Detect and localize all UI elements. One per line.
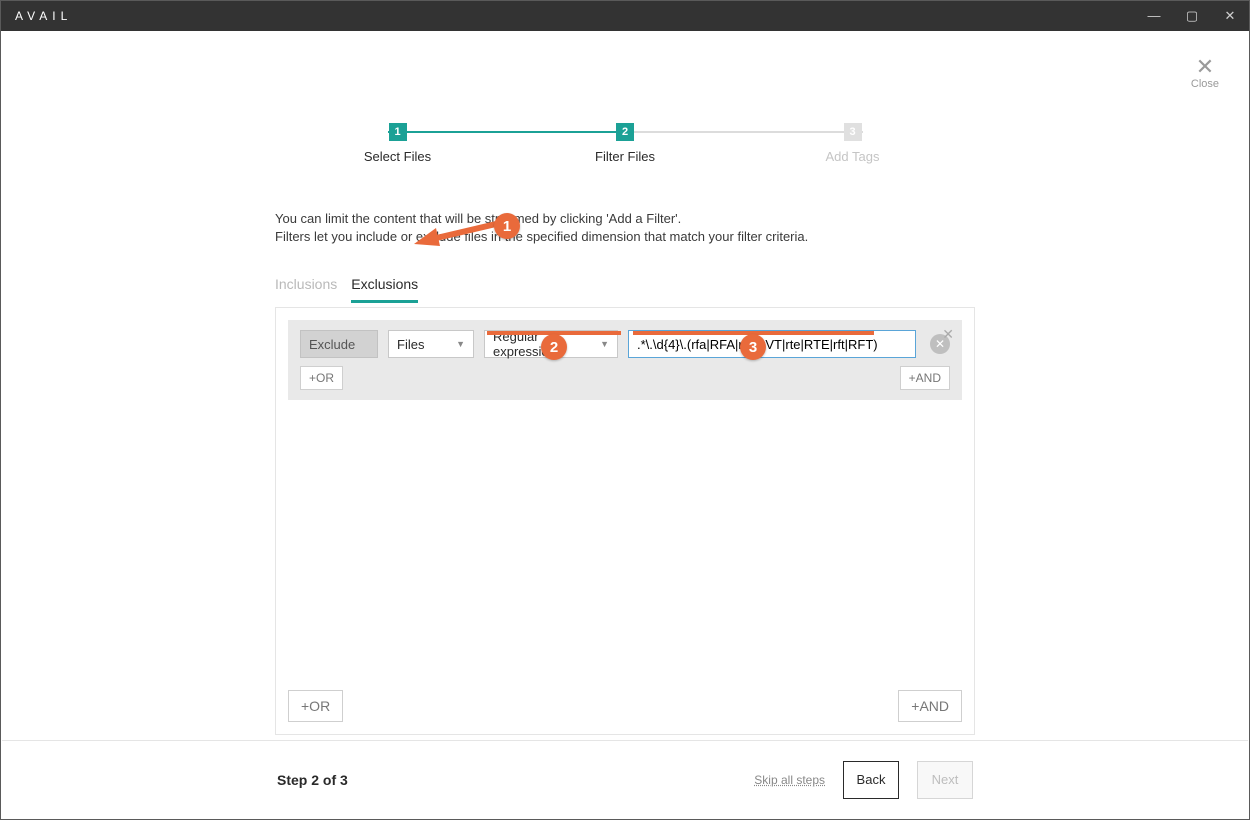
rule-scope-select[interactable]: Files ▼: [388, 330, 474, 358]
outer-or-button[interactable]: +OR: [288, 690, 343, 722]
rule-scope-value: Files: [397, 337, 424, 352]
close-label: Close: [1191, 78, 1219, 90]
annotation-badge-2: 2: [541, 334, 567, 360]
step-1: 1 Select Files: [358, 123, 438, 164]
intro-line1: You can limit the content that will be s…: [275, 210, 975, 228]
chevron-down-icon: ▼: [600, 339, 609, 349]
panel-footer: +OR +AND: [276, 678, 974, 734]
step-2: 2 Filter Files: [585, 123, 665, 164]
modal-close[interactable]: ✕ Close: [1191, 56, 1219, 90]
inner-and-button[interactable]: +AND: [900, 366, 950, 390]
inner-or-button[interactable]: +OR: [300, 366, 343, 390]
titlebar: AVAIL — ▢ ✕: [1, 1, 1249, 31]
minimize-icon[interactable]: —: [1145, 8, 1163, 24]
annotation-arrow: [410, 206, 500, 246]
intro-text: You can limit the content that will be s…: [275, 210, 975, 246]
step-3-num: 3: [844, 123, 862, 141]
maximize-icon[interactable]: ▢: [1183, 8, 1201, 24]
footer-bar: Step 2 of 3 Skip all steps Back Next: [2, 740, 1248, 818]
app-name: AVAIL: [15, 9, 72, 23]
rule-mode: Exclude: [300, 330, 378, 358]
annotation-badge-3: 3: [740, 334, 766, 360]
step-2-label: Filter Files: [585, 149, 665, 164]
step-1-num: 1: [389, 123, 407, 141]
next-button[interactable]: Next: [917, 761, 973, 799]
step-3-label: Add Tags: [813, 149, 893, 164]
close-icon[interactable]: ✕: [1221, 8, 1239, 24]
intro-line2: Filters let you include or exclude files…: [275, 228, 975, 246]
chevron-down-icon: ▼: [456, 339, 465, 349]
skip-link[interactable]: Skip all steps: [754, 773, 825, 787]
tab-inclusions[interactable]: Inclusions: [275, 268, 337, 303]
stepper: 1 Select Files 2 Filter Files 3 Add Tags: [1, 123, 1249, 164]
filter-panel: ✕ Exclude Files ▼ Regular expression ▼ ✕…: [275, 307, 975, 735]
x-icon: ✕: [1191, 56, 1219, 78]
window-controls: — ▢ ✕: [1145, 8, 1239, 24]
filter-tabs: Inclusions Exclusions: [275, 268, 975, 303]
outer-and-button[interactable]: +AND: [898, 690, 962, 722]
rule-remove-icon[interactable]: ✕: [942, 326, 954, 343]
step-3: 3 Add Tags: [813, 123, 893, 164]
back-button[interactable]: Back: [843, 761, 899, 799]
step-indicator: Step 2 of 3: [277, 772, 348, 788]
step-2-num: 2: [616, 123, 634, 141]
step-1-label: Select Files: [358, 149, 438, 164]
tab-exclusions[interactable]: Exclusions: [351, 268, 418, 303]
annotation-badge-1: 1: [494, 213, 520, 239]
